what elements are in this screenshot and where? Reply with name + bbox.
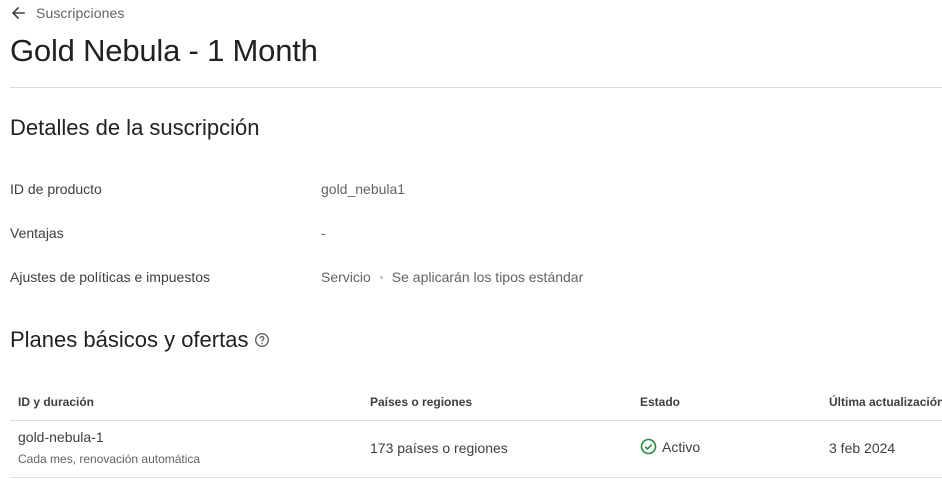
page-title: Gold Nebula - 1 Month xyxy=(10,33,318,68)
check-circle-icon xyxy=(640,438,657,455)
plan-last-updated: 3 feb 2024 xyxy=(829,440,896,456)
column-header-status[interactable]: Estado xyxy=(640,395,680,409)
detail-value: Servicio Se aplicarán los tipos estándar xyxy=(321,267,583,287)
details-section-title: Detalles de la suscripción xyxy=(10,115,260,140)
plan-status: Activo xyxy=(640,438,700,455)
plans-table: ID y duración Países o regiones Estado Ú… xyxy=(10,383,942,478)
table-header-row: ID y duración Países o regiones Estado Ú… xyxy=(10,383,942,421)
column-header-last-updated[interactable]: Última actualización xyxy=(829,395,942,409)
help-circle-icon[interactable] xyxy=(254,332,270,348)
separator-dot xyxy=(379,275,383,279)
tax-category: Servicio xyxy=(321,269,371,285)
detail-label: Ventajas xyxy=(10,225,64,241)
plan-id: gold-nebula-1 xyxy=(18,429,104,445)
detail-row-benefits: Ventajas - xyxy=(10,223,910,243)
plans-title-text: Planes básicos y ofertas xyxy=(10,327,249,352)
tax-rate-note: Se aplicarán los tipos estándar xyxy=(391,269,584,285)
back-to-subscriptions-link[interactable]: Suscripciones xyxy=(10,4,124,22)
arrow-left-icon xyxy=(10,5,26,21)
column-header-id-duration[interactable]: ID y duración xyxy=(18,395,94,409)
detail-label: ID de producto xyxy=(10,181,102,197)
detail-row-tax-settings: Ajustes de políticas e impuestos Servici… xyxy=(10,267,910,287)
status-label: Activo xyxy=(662,438,701,455)
detail-value: - xyxy=(321,225,326,241)
plans-section-title: Planes básicos y ofertas xyxy=(10,326,270,354)
plan-regions: 173 países o regiones xyxy=(370,440,508,456)
detail-label: Ajustes de políticas e impuestos xyxy=(10,269,210,285)
table-row[interactable]: gold-nebula-1 Cada mes, renovación autom… xyxy=(10,421,942,478)
subscription-detail-page: Suscripciones Gold Nebula - 1 Month Deta… xyxy=(0,0,942,483)
column-header-regions[interactable]: Países o regiones xyxy=(370,395,472,409)
plan-duration: Cada mes, renovación automática xyxy=(18,452,201,466)
back-link-label: Suscripciones xyxy=(36,5,125,21)
detail-row-product-id: ID de producto gold_nebula1 xyxy=(10,179,910,199)
header-divider xyxy=(10,87,942,88)
detail-value: gold_nebula1 xyxy=(321,181,406,197)
